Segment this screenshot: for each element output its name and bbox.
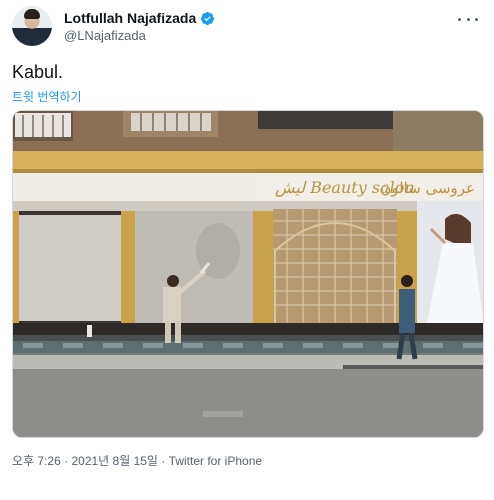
- verified-badge-icon: [201, 11, 215, 25]
- meta-separator: ·: [161, 454, 166, 468]
- translate-tweet-link[interactable]: 트윗 번역하기: [12, 88, 82, 105]
- whitewashed-poster-1: [19, 215, 121, 321]
- author-display-name[interactable]: Lotfullah Najafizada: [64, 10, 196, 26]
- road: [13, 369, 483, 437]
- tweet-time[interactable]: 오후 7:26: [12, 454, 61, 468]
- tweet-source[interactable]: Twitter for iPhone: [169, 454, 262, 468]
- tweet-header: Lotfullah Najafizada @LNajafizada: [12, 6, 482, 48]
- tweet-timestamp[interactable]: 오후 7:26 · 2021년 8월 15일 · Twitter for iPh…: [12, 452, 262, 469]
- tweet-date[interactable]: 2021년 8월 15일: [71, 454, 158, 468]
- author-handle[interactable]: @LNajafizada: [64, 28, 146, 43]
- tweet-text: Kabul.: [12, 62, 64, 82]
- author-name-row: Lotfullah Najafizada: [64, 10, 215, 26]
- avatar[interactable]: [12, 6, 52, 46]
- salon-sign-right: عروسی سالون: [380, 179, 475, 197]
- meta-separator: ·: [64, 454, 69, 468]
- more-options-icon[interactable]: [458, 12, 478, 26]
- tweet-photo[interactable]: ليش Beauty salon عروسی سالون: [12, 110, 484, 438]
